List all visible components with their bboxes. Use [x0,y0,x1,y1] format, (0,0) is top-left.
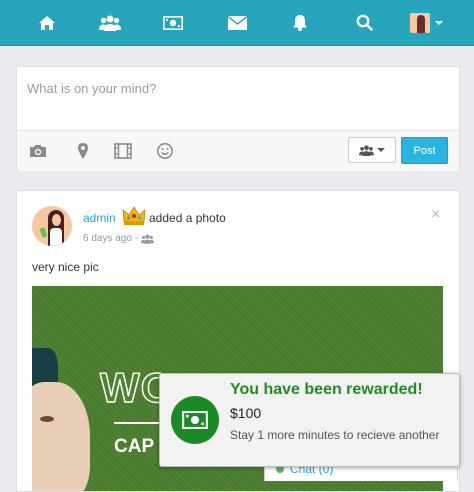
smile-icon[interactable] [156,142,174,160]
camera-icon[interactable] [29,142,47,160]
author-avatar[interactable] [32,206,72,246]
post-meta: 6 days ago - [83,233,155,244]
reward-amount: $100 [230,405,262,421]
post-text: very nice pic [32,260,99,274]
close-icon[interactable]: × [431,207,440,223]
search-icon [356,14,373,31]
user-avatar [409,12,430,33]
film-icon[interactable] [114,142,132,160]
top-navbar [0,0,474,46]
nav-notifications[interactable] [278,0,322,45]
post-button[interactable]: Post [401,137,448,164]
composer-toolbar: Post [17,130,459,171]
users-icon [141,234,155,244]
reward-title: You have been rewarded! [230,381,423,398]
users-icon [99,15,121,31]
reward-icon-badge [171,396,219,444]
nav-home[interactable] [25,0,69,45]
users-icon [359,144,374,156]
money-icon [182,411,208,429]
map-marker-icon[interactable] [74,142,92,160]
reward-notification[interactable]: You have been rewarded! $100 Stay 1 more… [159,373,460,467]
money-icon [163,15,183,30]
post-composer: Post [16,66,460,171]
author-name[interactable]: admin [83,211,116,225]
crown-icon [122,206,146,225]
envelope-icon [227,15,247,30]
status-input[interactable] [17,67,459,129]
privacy-dropdown[interactable] [348,137,396,163]
chevron-down-icon [434,20,443,25]
post-time[interactable]: 6 days ago - [83,233,138,244]
reward-message: Stay 1 more minutes to recieve another [230,428,440,442]
post-action: added a photo [149,211,226,225]
nav-rewards[interactable] [151,0,195,45]
home-icon [39,15,55,30]
chevron-down-icon [377,148,385,152]
nav-messages[interactable] [215,0,259,45]
image-subtitle-text: CAP [114,436,155,457]
bell-icon [293,15,307,31]
nav-friends[interactable] [88,0,132,45]
nav-user-menu[interactable] [404,0,448,45]
nav-search[interactable] [342,0,386,45]
